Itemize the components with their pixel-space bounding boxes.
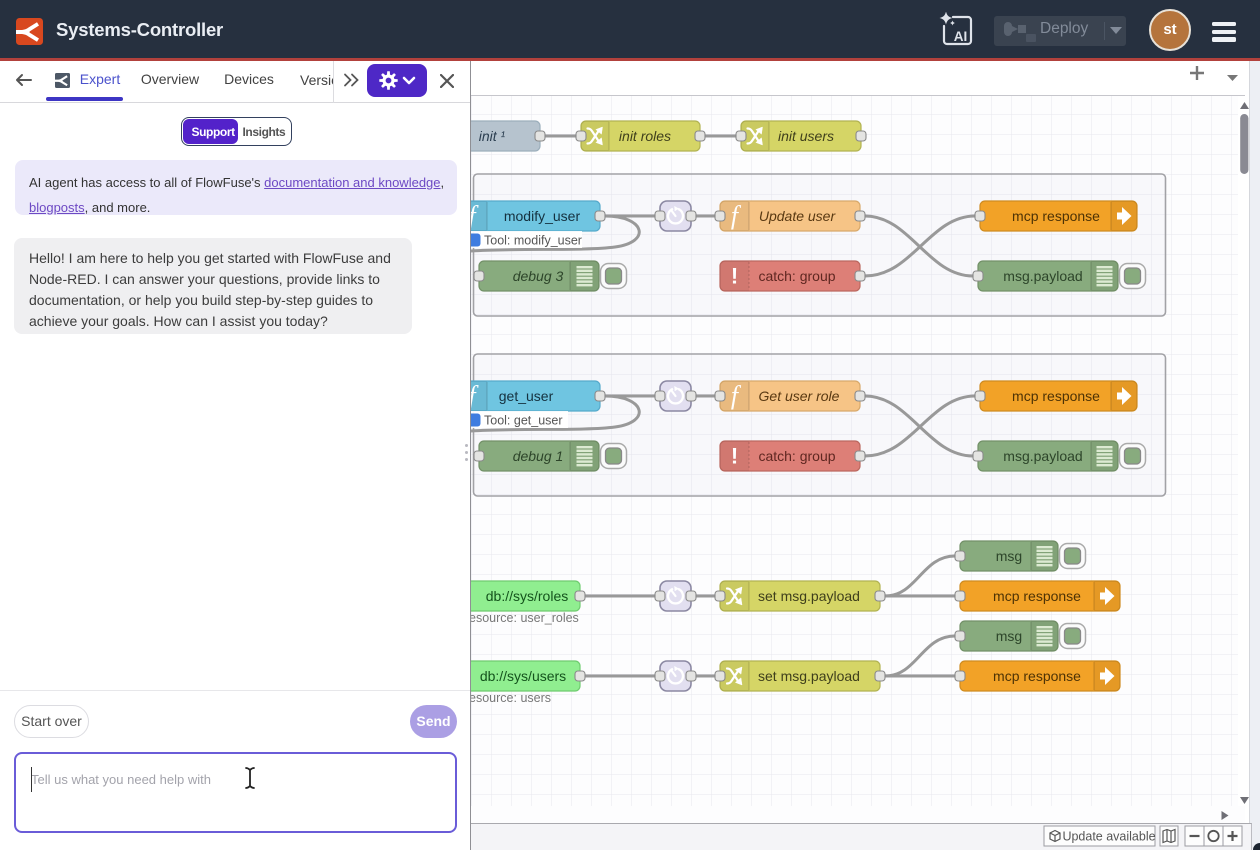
- svg-text:msg: msg: [996, 548, 1022, 564]
- svg-text:init ¹: init ¹: [479, 128, 506, 144]
- svg-text:Get user role: Get user role: [759, 388, 840, 404]
- svg-text:Update available: Update available: [1062, 830, 1155, 844]
- svg-text:mcp response: mcp response: [993, 668, 1081, 684]
- svg-text:set msg.payload: set msg.payload: [758, 668, 860, 684]
- svg-text:db://sys/roles: db://sys/roles: [486, 588, 568, 604]
- svg-text:AI: AI: [954, 29, 968, 44]
- svg-text:!: !: [731, 444, 738, 469]
- svg-text:Resource: user_roles: Resource: user_roles: [460, 611, 579, 625]
- svg-text:get_user: get_user: [499, 388, 554, 404]
- svg-text:db://sys/users: db://sys/users: [480, 668, 566, 684]
- svg-text:Resource: users: Resource: users: [460, 691, 551, 705]
- svg-text:Update user: Update user: [759, 208, 837, 224]
- svg-text:modify_user: modify_user: [504, 208, 581, 224]
- svg-text:mcp response: mcp response: [1012, 208, 1100, 224]
- svg-text:mcp response: mcp response: [1012, 388, 1100, 404]
- svg-text:msg.payload: msg.payload: [1003, 268, 1082, 284]
- svg-text:set msg.payload: set msg.payload: [758, 588, 860, 604]
- svg-text:catch: group: catch: group: [758, 268, 835, 284]
- svg-text:msg.payload: msg.payload: [1003, 448, 1082, 464]
- svg-text:!: !: [731, 264, 738, 289]
- svg-text:catch: group: catch: group: [758, 448, 835, 464]
- svg-text:Tool: get_user: Tool: get_user: [484, 414, 563, 428]
- svg-text:init users: init users: [778, 128, 834, 144]
- svg-text:init roles: init roles: [619, 128, 671, 144]
- svg-text:debug 3: debug 3: [513, 268, 564, 284]
- svg-text:msg: msg: [996, 628, 1022, 644]
- svg-text:debug 1: debug 1: [513, 448, 564, 464]
- svg-text:mcp response: mcp response: [993, 588, 1081, 604]
- svg-text:Tool: modify_user: Tool: modify_user: [484, 234, 582, 248]
